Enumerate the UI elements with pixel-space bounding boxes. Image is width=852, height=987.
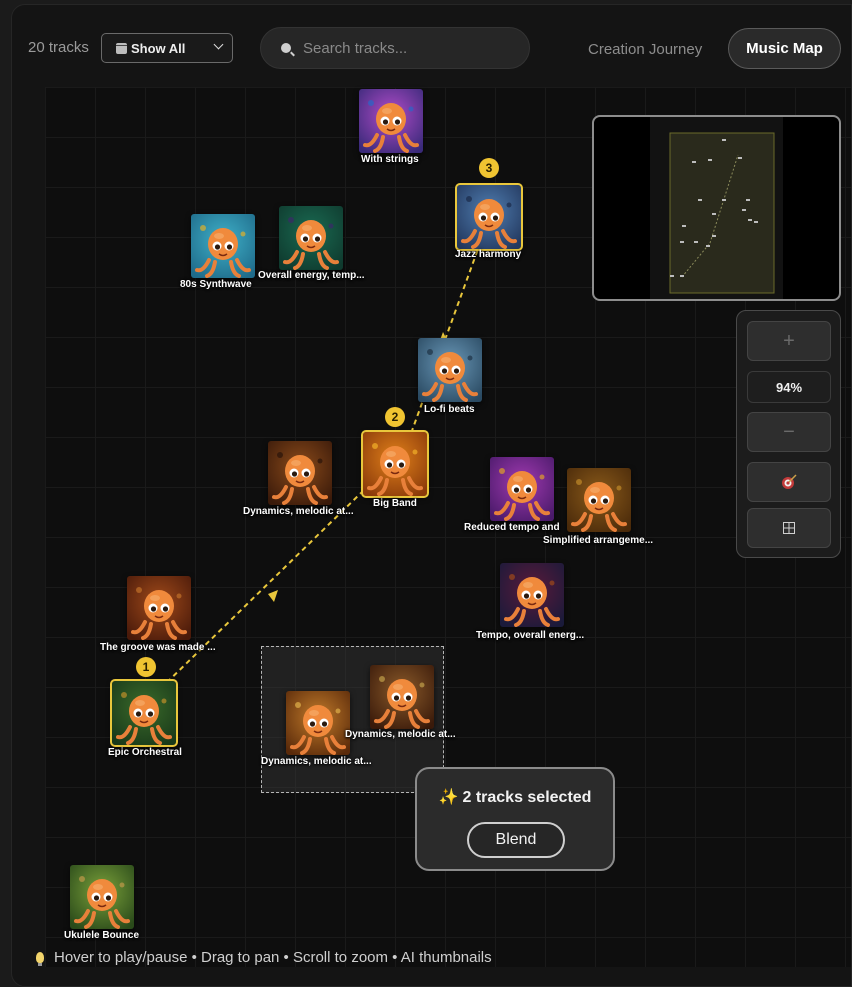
zoom-out-button[interactable]: − xyxy=(747,412,831,452)
locate-button[interactable] xyxy=(747,462,831,502)
track-label: Reduced tempo and xyxy=(464,522,560,533)
track-thumbnail xyxy=(279,206,343,270)
selection-count: 2 tracks selected xyxy=(462,789,592,806)
track-label: 80s Synthwave xyxy=(180,279,252,290)
track-label: The groove was made ... xyxy=(100,642,216,653)
tab-music-map[interactable]: Music Map xyxy=(728,28,841,69)
search-input[interactable] xyxy=(301,38,505,58)
track-label: Overall energy, temp... xyxy=(258,270,365,281)
track-thumbnail xyxy=(490,457,554,521)
lightbulb-icon xyxy=(36,952,44,966)
track-thumbnail xyxy=(361,430,429,498)
blend-button[interactable]: Blend xyxy=(467,822,565,858)
step-badge: 3 xyxy=(479,158,499,178)
track-label: Tempo, overall energ... xyxy=(476,630,585,641)
track-label: Big Band xyxy=(373,498,417,509)
zoom-in-button[interactable]: + xyxy=(747,321,831,361)
track-label: Dynamics, melodic at... xyxy=(345,729,456,740)
calendar-icon xyxy=(116,42,127,54)
filter-dropdown[interactable]: Show All xyxy=(101,33,233,63)
track-thumbnail xyxy=(418,338,482,402)
app-window: 20 tracks Show All Creation Journey Musi… xyxy=(11,4,852,987)
track-label: Ukulele Bounce xyxy=(64,930,140,941)
chevron-down-icon xyxy=(213,39,224,50)
track-thumbnail xyxy=(455,183,523,251)
search-bar[interactable] xyxy=(260,27,530,69)
grid-fit-icon xyxy=(783,522,795,534)
filter-label: Show All xyxy=(131,40,186,56)
track-label: Simplified arrangeme... xyxy=(543,535,654,546)
minimap[interactable] xyxy=(592,115,841,301)
track-thumbnail xyxy=(70,865,134,929)
step-badge: 1 xyxy=(136,657,156,677)
sparkle-icon: ✨ xyxy=(438,789,459,806)
track-thumbnail xyxy=(191,214,255,278)
track-thumbnail xyxy=(268,441,332,505)
track-thumbnail xyxy=(127,576,191,640)
track-thumbnail xyxy=(359,89,423,153)
track-thumbnail xyxy=(286,691,350,755)
track-thumbnail xyxy=(500,563,564,627)
zoom-controls: + 94% − xyxy=(736,310,841,558)
selection-popup: ✨ 2 tracks selected Blend xyxy=(415,767,615,871)
target-icon xyxy=(782,474,797,489)
hint-text: Hover to play/pause • Drag to pan • Scro… xyxy=(54,949,492,966)
track-count: 20 tracks xyxy=(28,39,89,56)
track-thumbnail xyxy=(370,665,434,729)
footer-hint: Hover to play/pause • Drag to pan • Scro… xyxy=(36,949,492,966)
track-label: Lo-fi beats xyxy=(424,404,475,415)
track-thumbnail xyxy=(110,679,178,747)
tab-creation-journey[interactable]: Creation Journey xyxy=(588,41,702,58)
track-label: Dynamics, melodic at... xyxy=(261,756,372,767)
track-thumbnail xyxy=(567,468,631,532)
minimap-view xyxy=(650,117,783,299)
search-icon xyxy=(281,43,291,53)
track-label: With strings xyxy=(361,154,419,165)
step-badge: 2 xyxy=(385,407,405,427)
track-label: Dynamics, melodic at... xyxy=(243,506,354,517)
zoom-level: 94% xyxy=(747,371,831,403)
track-label: Epic Orchestral xyxy=(108,747,182,758)
track-label: Jazz harmony xyxy=(455,249,522,260)
fit-view-button[interactable] xyxy=(747,508,831,548)
